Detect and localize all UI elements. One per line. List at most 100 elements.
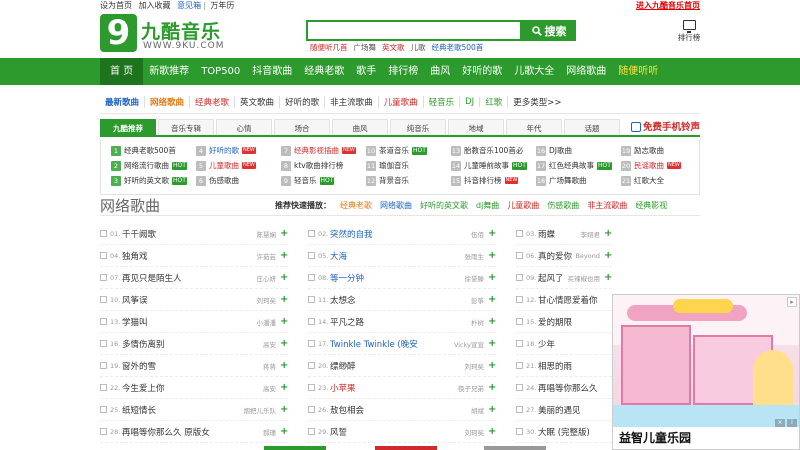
add-song-icon[interactable]: + bbox=[280, 316, 288, 327]
song-title[interactable]: 大海 bbox=[330, 250, 465, 262]
song-artist[interactable]: Beyond bbox=[575, 252, 600, 260]
category-link[interactable]: 儿童歌曲 bbox=[379, 95, 424, 108]
song-row[interactable]: 29. 风誓 刘珂矣 + bbox=[308, 421, 496, 443]
song-title[interactable]: 多情伤离别 bbox=[122, 338, 263, 350]
search-input[interactable] bbox=[306, 20, 522, 41]
nav-item[interactable]: 曲风 bbox=[424, 58, 456, 85]
song-title[interactable]: 真的爱你 bbox=[538, 250, 575, 262]
logo-title[interactable]: 九酷音乐 bbox=[141, 17, 221, 44]
song-artist[interactable]: 高安 bbox=[263, 383, 276, 393]
song-title[interactable]: 小苹果 bbox=[330, 382, 458, 394]
song-row[interactable]: 10. 风筝误 刘珂矣 + bbox=[100, 289, 288, 311]
song-title[interactable]: 千千阙歌 bbox=[122, 228, 257, 240]
song-row[interactable]: 05. 大海 张雨生 + bbox=[308, 245, 496, 267]
song-row[interactable]: 13. 学猫叫 小潘潘 + bbox=[100, 311, 288, 333]
add-song-icon[interactable]: + bbox=[280, 426, 288, 437]
tab[interactable]: 曲风 bbox=[332, 119, 388, 135]
chart-link[interactable]: 排行榜 bbox=[676, 20, 702, 43]
song-checkbox[interactable] bbox=[100, 230, 107, 237]
song-artist[interactable]: 小潘潘 bbox=[257, 317, 277, 327]
song-artist[interactable]: 刘珂矣 bbox=[257, 295, 277, 305]
playlist-item[interactable]: 11 瑜伽音乐 bbox=[366, 160, 409, 171]
song-title[interactable]: 爱的期限 bbox=[538, 316, 612, 328]
song-artist[interactable]: 彭筝 bbox=[471, 295, 484, 305]
song-row[interactable]: 08. 等一分钟 徐誉滕 + bbox=[308, 267, 496, 289]
quick-play-link[interactable]: 经典老歌 bbox=[340, 200, 372, 211]
song-row[interactable]: 27. 美丽的遇见 bbox=[516, 399, 612, 421]
song-artist[interactable]: 刘珂矣 bbox=[465, 361, 485, 371]
song-row[interactable]: 23. 小苹果 筷子兄弟 + bbox=[308, 377, 496, 399]
song-title[interactable]: 敖包相会 bbox=[330, 404, 471, 416]
tab[interactable]: 纯音乐 bbox=[390, 119, 446, 135]
song-artist[interactable]: 许茹芸 bbox=[257, 251, 277, 261]
quick-play-link[interactable]: 非主流歌曲 bbox=[587, 200, 627, 211]
category-link[interactable]: 更多类型>> bbox=[508, 96, 566, 108]
song-row[interactable]: 19. 窗外的雪 蒋蒋 + bbox=[100, 355, 288, 377]
add-song-icon[interactable]: + bbox=[280, 338, 288, 349]
quick-play-link[interactable]: 儿童歌曲 bbox=[507, 200, 539, 211]
nav-item[interactable]: 经典老歌 bbox=[298, 58, 350, 85]
playlist-item[interactable]: 4 好听的歌 NEW bbox=[196, 145, 256, 156]
song-title[interactable]: 独角戏 bbox=[122, 250, 257, 262]
calendar-link[interactable]: 万年历 bbox=[210, 1, 234, 10]
playlist-item[interactable]: 9 轻音乐 HOT bbox=[281, 175, 335, 186]
song-title[interactable]: 缥缈醉 bbox=[330, 360, 465, 372]
hot-word[interactable]: 广场舞 bbox=[354, 42, 377, 53]
add-song-icon[interactable]: + bbox=[488, 382, 496, 393]
quick-play-link[interactable]: 经典影视 bbox=[635, 200, 667, 211]
playlist-item[interactable]: 18 广场舞歌曲 bbox=[536, 175, 587, 186]
add-song-icon[interactable]: + bbox=[488, 338, 496, 349]
song-artist[interactable]: 胡斌 bbox=[471, 405, 484, 415]
song-title[interactable]: 少年 bbox=[538, 338, 612, 350]
song-row[interactable]: 26. 敖包相会 胡斌 + bbox=[308, 399, 496, 421]
playlist-item[interactable]: 15 抖音排行榜 NEW bbox=[451, 175, 519, 186]
quick-play-link[interactable]: 伤感歌曲 bbox=[547, 200, 579, 211]
song-title[interactable]: Twinkle Twinkle (晚安 bbox=[330, 338, 454, 350]
song-title[interactable]: 风筝误 bbox=[122, 294, 257, 306]
tab[interactable]: 地域 bbox=[448, 119, 504, 135]
category-link[interactable]: 非主流歌曲 bbox=[325, 95, 379, 108]
add-song-icon[interactable]: + bbox=[280, 228, 288, 239]
song-row[interactable]: 14. 平凡之路 朴树 + bbox=[308, 311, 496, 333]
song-artist[interactable]: 张雨生 bbox=[465, 251, 485, 261]
song-title[interactable]: 平凡之路 bbox=[330, 316, 471, 328]
tab[interactable]: 九酷推荐 bbox=[100, 119, 156, 135]
playlist-item[interactable]: 21 红歌大全 bbox=[621, 175, 664, 186]
song-artist[interactable]: 陈慧娴 bbox=[257, 229, 277, 239]
tab[interactable]: 场合 bbox=[274, 119, 330, 135]
playlist-item[interactable]: 19 励志歌曲 bbox=[621, 145, 664, 156]
song-row[interactable]: 12. 甘心情愿爱着你 bbox=[516, 289, 612, 311]
song-checkbox[interactable] bbox=[308, 296, 315, 303]
song-title[interactable]: 甘心情愿爱着你 bbox=[538, 294, 612, 306]
song-checkbox[interactable] bbox=[516, 362, 523, 369]
quick-play-link[interactable]: 网络歌曲 bbox=[380, 200, 412, 211]
hot-word[interactable]: 儿歌 bbox=[411, 42, 426, 53]
song-row[interactable]: 06. 真的爱你 Beyond + bbox=[516, 245, 612, 267]
song-title[interactable]: 起风了 bbox=[538, 272, 568, 284]
ad-close-icon[interactable]: × bbox=[775, 419, 785, 427]
song-artist[interactable]: 蒋蒋 bbox=[263, 361, 276, 371]
add-favorite-link[interactable]: 加入收藏 bbox=[139, 1, 171, 10]
song-checkbox[interactable] bbox=[308, 252, 315, 259]
song-title[interactable]: 突然的自我 bbox=[330, 228, 471, 240]
song-checkbox[interactable] bbox=[308, 428, 315, 435]
nav-item[interactable]: 网络歌曲 bbox=[560, 58, 612, 85]
nav-item[interactable]: 排行榜 bbox=[382, 58, 424, 85]
category-link[interactable]: 轻音乐 bbox=[424, 95, 461, 108]
song-row[interactable]: 24. 再唱等你那么久 bbox=[516, 377, 612, 399]
add-song-icon[interactable]: + bbox=[280, 404, 288, 415]
playlist-item[interactable]: 20 民谣歌曲 NEW bbox=[621, 160, 681, 171]
playlist-item[interactable]: 16 DJ歌曲 bbox=[536, 145, 572, 156]
nav-item[interactable]: 随便听听 bbox=[612, 58, 664, 85]
nav-item[interactable]: 儿歌大全 bbox=[508, 58, 560, 85]
song-checkbox[interactable] bbox=[516, 428, 523, 435]
add-song-icon[interactable]: + bbox=[280, 294, 288, 305]
song-checkbox[interactable] bbox=[516, 252, 523, 259]
song-checkbox[interactable] bbox=[516, 296, 523, 303]
ad-corner-icon[interactable]: ▸ bbox=[787, 297, 797, 307]
song-title[interactable]: 美丽的遇见 bbox=[538, 404, 612, 416]
song-title[interactable]: 大眠 (完整版) bbox=[538, 426, 612, 438]
search-button[interactable]: 搜索 bbox=[522, 20, 576, 41]
song-checkbox[interactable] bbox=[516, 384, 523, 391]
song-checkbox[interactable] bbox=[516, 230, 523, 237]
